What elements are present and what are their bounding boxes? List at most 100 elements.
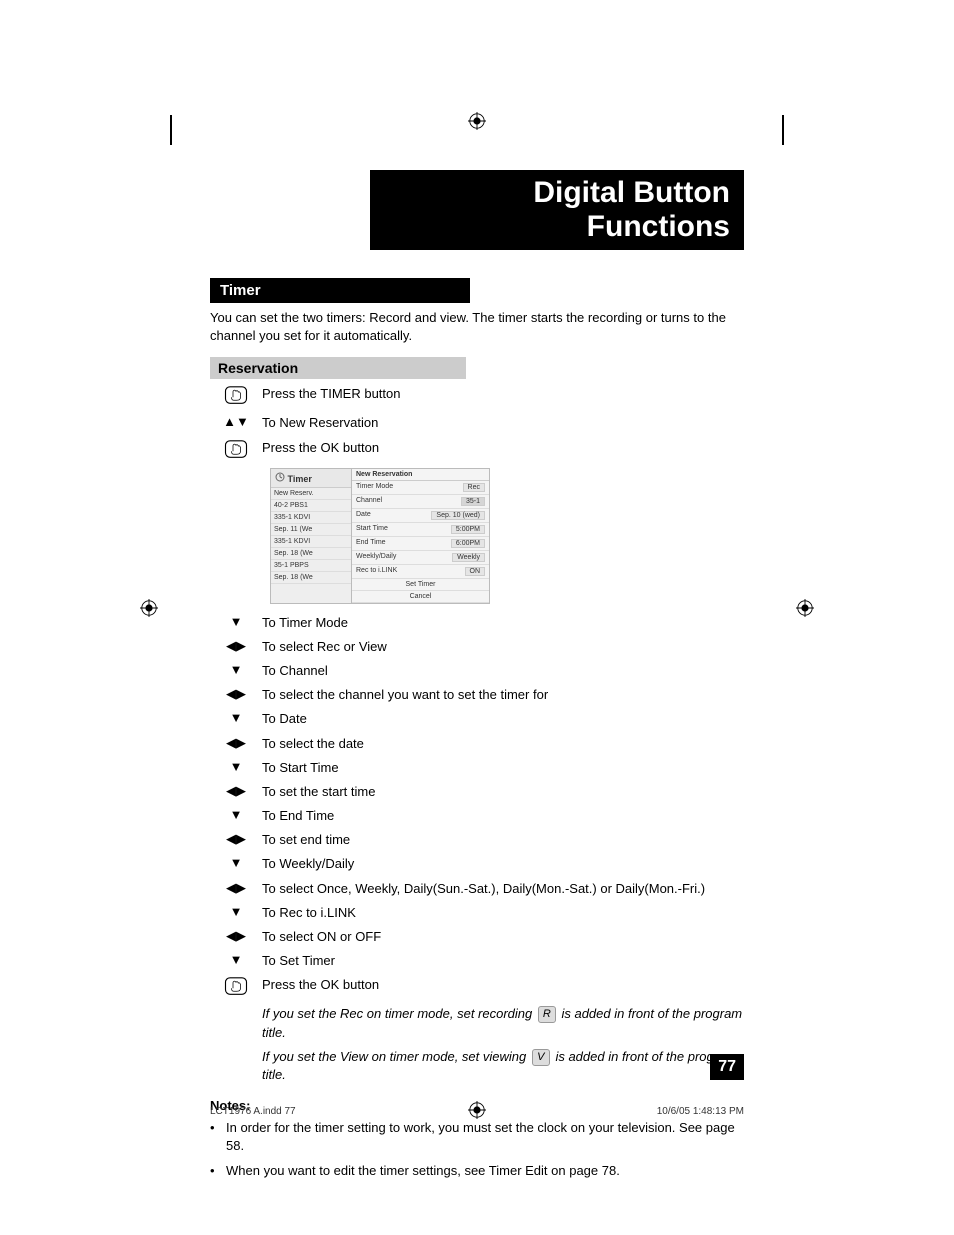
instruction-text: To Channel bbox=[262, 662, 744, 680]
instruction-row: ◀▶To set end time bbox=[210, 831, 744, 849]
osd-field-row: Start Time5:00PM bbox=[352, 523, 489, 537]
instruction-text: To select the date bbox=[262, 735, 744, 753]
registration-mark-icon bbox=[468, 112, 486, 130]
step-to-new-reservation: ▲▼ To New Reservation bbox=[210, 414, 744, 432]
osd-right-panel: New Reservation Timer ModeRec Channel 35-1… bbox=[352, 468, 490, 604]
osd-field-value: 6:00PM bbox=[451, 539, 485, 548]
registration-mark-icon bbox=[796, 599, 814, 617]
instruction-row: ◀▶To select the date bbox=[210, 735, 744, 753]
osd-field-row: Rec to i.LINK ON bbox=[352, 565, 489, 579]
v-badge: V bbox=[532, 1049, 550, 1066]
note-text: When you want to edit the timer settings… bbox=[226, 1162, 620, 1180]
bullet-icon: • bbox=[210, 1162, 226, 1180]
instruction-row: ◀▶To select Once, Weekly, Daily(Sun.-Sat… bbox=[210, 880, 744, 898]
osd-field-label: Start Time bbox=[356, 525, 388, 534]
left-right-arrow-icon: ◀▶ bbox=[210, 735, 262, 751]
instruction-text: To Timer Mode bbox=[262, 614, 744, 632]
osd-left-item: Sep. 18 (We bbox=[271, 548, 351, 560]
instruction-text: To Start Time bbox=[262, 759, 744, 777]
text: If you set the View on timer mode, set v… bbox=[262, 1049, 530, 1064]
instruction-row: ◀▶To set the start time bbox=[210, 783, 744, 801]
registration-mark-icon bbox=[140, 599, 158, 617]
press-icon bbox=[224, 385, 248, 405]
bullet-icon: • bbox=[210, 1119, 226, 1155]
osd-left-item: 335-1 KDVI bbox=[271, 536, 351, 548]
note-item: •In order for the timer setting to work,… bbox=[210, 1119, 744, 1155]
down-arrow-icon: ▼ bbox=[210, 807, 262, 822]
left-right-arrow-icon: ◀▶ bbox=[210, 686, 262, 702]
instruction-row: ◀▶To select Rec or View bbox=[210, 638, 744, 656]
instruction-row: ◀▶To select the channel you want to set … bbox=[210, 686, 744, 704]
text: To New Reservation bbox=[262, 414, 744, 432]
osd-field-row: End Time 6:00PM bbox=[352, 537, 489, 551]
step-press-ok: Press the OK button bbox=[210, 439, 744, 462]
left-right-arrow-icon: ◀▶ bbox=[210, 831, 262, 847]
osd-field-row: Timer ModeRec bbox=[352, 481, 489, 495]
instruction-row: ▼To Set Timer bbox=[210, 952, 744, 970]
crop-mark bbox=[782, 115, 784, 145]
press-icon bbox=[224, 439, 248, 459]
osd-left-item: 35-1 PBPS bbox=[271, 560, 351, 572]
text: Press the O bbox=[262, 440, 331, 455]
note-text: In order for the timer setting to work, … bbox=[226, 1119, 744, 1155]
osd-set-timer-button: Set Timer bbox=[352, 579, 489, 591]
instruction-text: To Rec to i.LINK bbox=[262, 904, 744, 922]
instruction-text: To select ON or OFF bbox=[262, 928, 744, 946]
osd-field-value: Sep. 10 (wed) bbox=[431, 511, 485, 520]
instruction-row: ▼To Date bbox=[210, 710, 744, 728]
text: If you set the Rec on timer mode, set re… bbox=[262, 1006, 536, 1021]
r-badge: R bbox=[538, 1006, 556, 1023]
osd-screenshot: Timer New Reserv.40-2 PBS1335-1 KDVISep.… bbox=[270, 468, 490, 604]
instruction-text: To select Rec or View bbox=[262, 638, 744, 656]
instruction-row: ◀▶To select ON or OFF bbox=[210, 928, 744, 946]
left-right-arrow-icon: ◀▶ bbox=[210, 783, 262, 799]
text: IMER bbox=[328, 386, 361, 401]
osd-field-row: Weekly/DailyWeekly bbox=[352, 551, 489, 565]
down-arrow-icon: ▼ bbox=[210, 952, 262, 967]
instruction-row: ▼To Timer Mode bbox=[210, 614, 744, 632]
osd-field-label: Timer Mode bbox=[356, 483, 393, 492]
osd-left-item: New Reserv. bbox=[271, 488, 351, 500]
osd-left-item: 335-1 KDVI bbox=[271, 512, 351, 524]
instruction-text: To Date bbox=[262, 710, 744, 728]
instruction-text: To Weekly/Daily bbox=[262, 855, 744, 873]
instruction-row: ▼To Channel bbox=[210, 662, 744, 680]
registration-mark-icon bbox=[468, 1101, 486, 1119]
note-view-added: If you set the View on timer mode, set v… bbox=[210, 1048, 744, 1084]
manual-page: Digital Button Functions Timer You can s… bbox=[0, 0, 954, 1235]
left-right-arrow-icon: ◀▶ bbox=[210, 638, 262, 654]
subsection-heading-reservation: Reservation bbox=[210, 357, 466, 379]
osd-field-label: End Time bbox=[356, 539, 386, 548]
osd-field-label: Rec to i.LINK bbox=[356, 567, 397, 576]
down-arrow-icon: ▼ bbox=[210, 710, 262, 725]
down-arrow-icon: ▼ bbox=[210, 662, 262, 677]
note-rec-added: If you set the Rec on timer mode, set re… bbox=[210, 1005, 744, 1041]
osd-left-title: Timer bbox=[271, 469, 351, 488]
osd-field-value: 35-1 bbox=[461, 497, 485, 506]
text: button bbox=[361, 386, 401, 401]
osd-left-item: Sep. 11 (We bbox=[271, 524, 351, 536]
left-right-arrow-icon: ◀▶ bbox=[210, 928, 262, 944]
osd-field-label: Date bbox=[356, 511, 371, 520]
instruction-text: To End Time bbox=[262, 807, 744, 825]
osd-field-row: Date Sep. 10 (wed) bbox=[352, 509, 489, 523]
instruction-text: To select Once, Weekly, Daily(Sun.-Sat.)… bbox=[262, 880, 744, 898]
instruction-text: Press the OK button bbox=[262, 976, 744, 994]
crop-mark bbox=[170, 115, 172, 145]
up-down-arrow-icon: ▲▼ bbox=[210, 414, 262, 429]
osd-left-item: Sep. 18 (We bbox=[271, 572, 351, 584]
down-arrow-icon: ▼ bbox=[210, 855, 262, 870]
osd-cancel-button: Cancel bbox=[352, 591, 489, 603]
instruction-row: ▼To Start Time bbox=[210, 759, 744, 777]
instruction-text: To select the channel you want to set th… bbox=[262, 686, 744, 704]
osd-field-label: Channel bbox=[356, 497, 382, 506]
press-icon bbox=[210, 976, 262, 999]
note-item: •When you want to edit the timer setting… bbox=[210, 1162, 744, 1180]
left-right-arrow-icon: ◀▶ bbox=[210, 880, 262, 896]
osd-right-title: New Reservation bbox=[352, 469, 489, 481]
instruction-row: Press the OK button bbox=[210, 976, 744, 999]
step-press-timer: Press the TIMER button bbox=[210, 385, 744, 408]
text: Press the T bbox=[262, 386, 328, 401]
osd-field-value: ON bbox=[465, 567, 486, 576]
instruction-text: To Set Timer bbox=[262, 952, 744, 970]
